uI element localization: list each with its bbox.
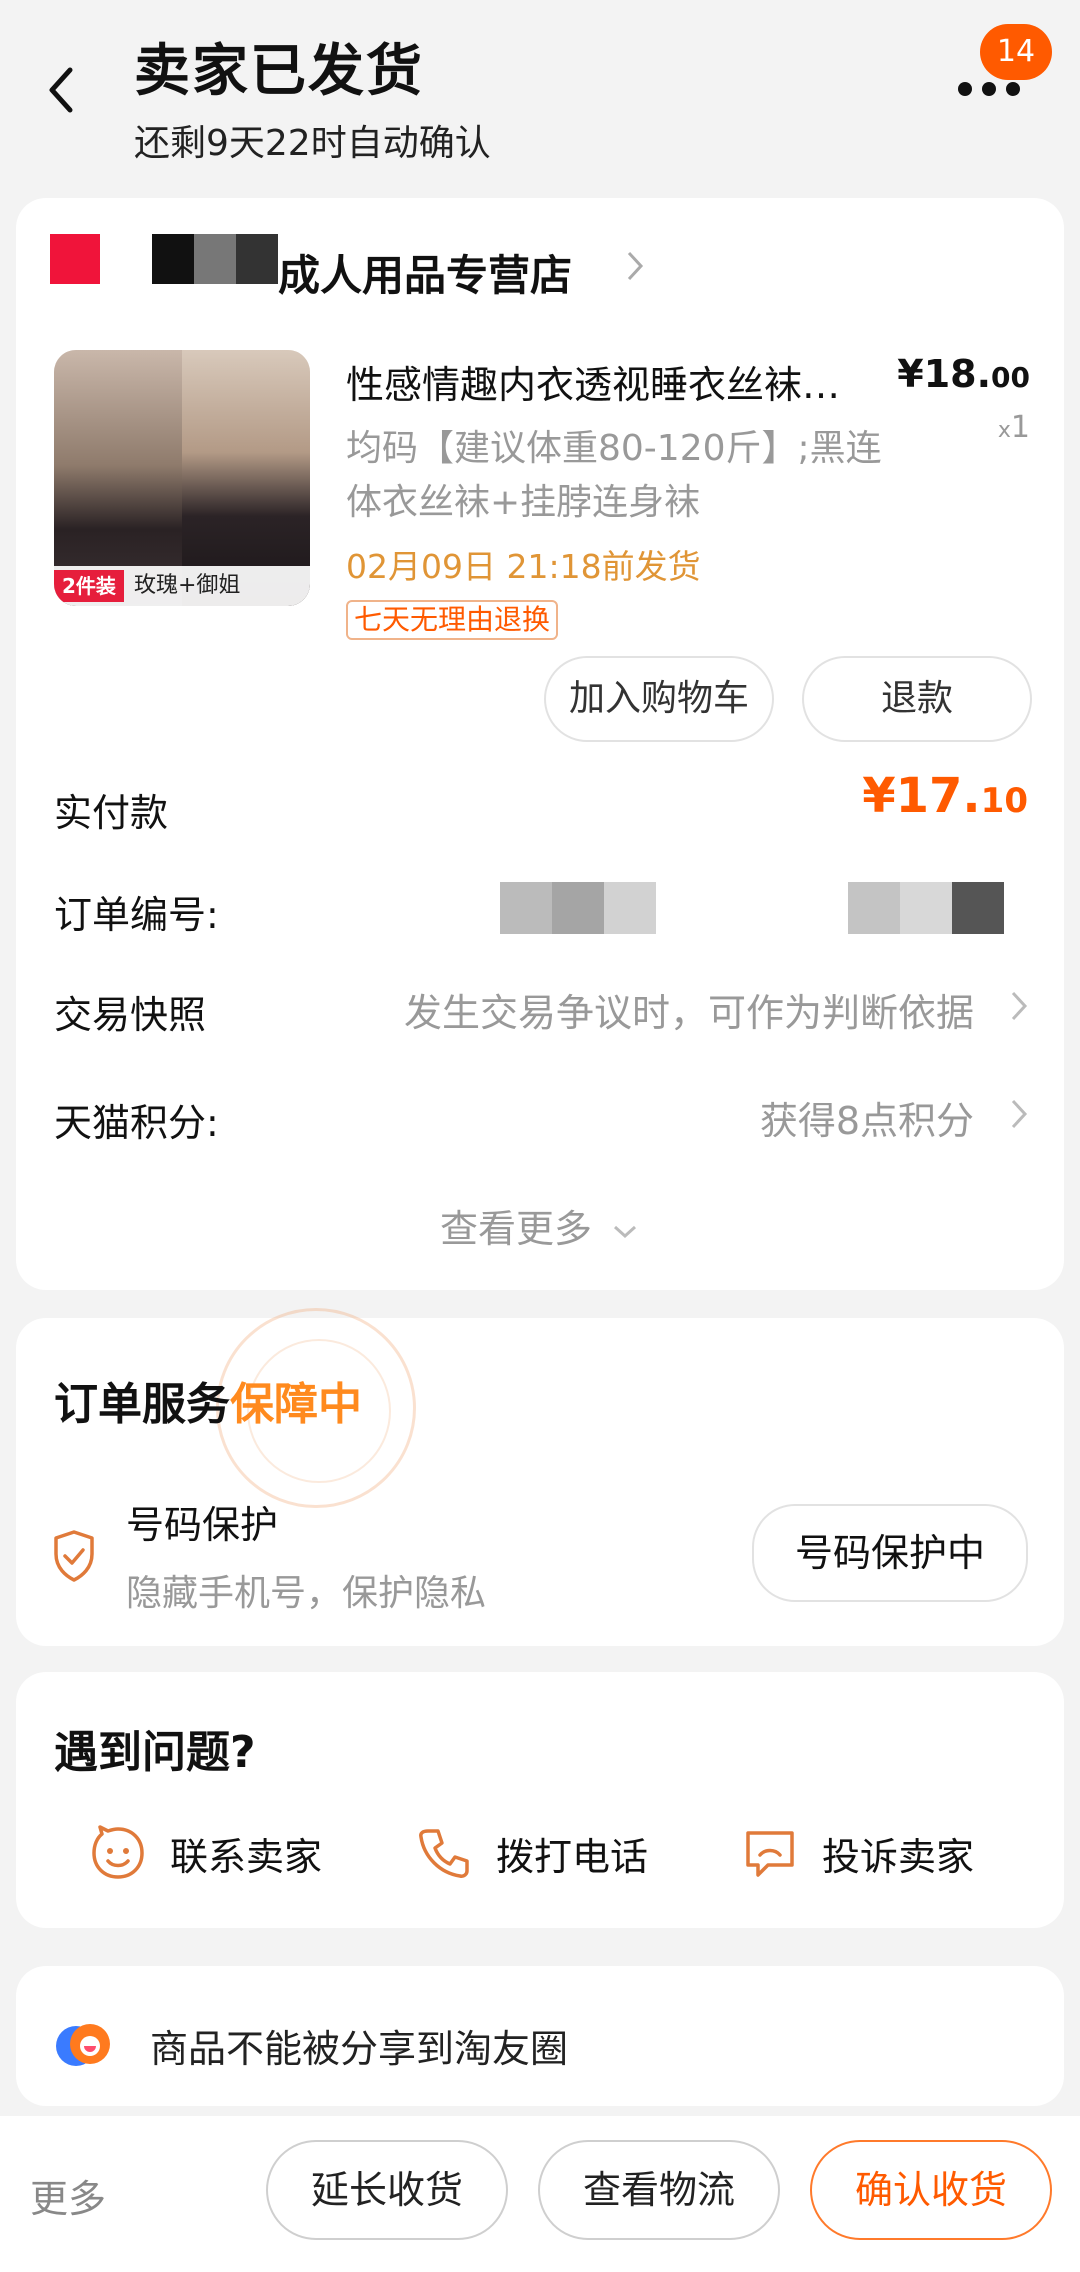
points-label: 天猫积分:: [54, 1101, 219, 1145]
more-actions-button[interactable]: 更多: [30, 2168, 106, 2223]
product-price: ¥18.00: [897, 352, 1030, 396]
shield-check-icon: [54, 1530, 94, 1582]
image-tag-text: 玫瑰+御姐: [134, 573, 241, 598]
chat-smile-icon: [92, 1825, 144, 1879]
image-tag-badge: 2件装: [54, 570, 124, 602]
paid-amount: ¥17.10: [862, 768, 1028, 824]
service-title-text: 订单服务: [54, 1379, 230, 1430]
share-notice-card: 商品不能被分享到淘友圈: [16, 1966, 1064, 2106]
order-number-redacted-2: [848, 882, 1004, 934]
share-circle-icon: [56, 2024, 110, 2066]
complain-seller-label: 投诉卖家: [822, 1834, 975, 1879]
contact-seller-button[interactable]: 联系卖家: [88, 1818, 322, 1888]
shop-logo: [50, 234, 100, 284]
product-image-tag: 2件装 玫瑰+御姐: [54, 566, 310, 606]
number-protection-title: 号码保护: [126, 1503, 279, 1547]
complain-seller-button[interactable]: 投诉卖家: [740, 1818, 974, 1888]
product-title[interactable]: 性感情趣内衣透视睡衣丝袜…: [346, 354, 886, 409]
add-to-cart-button[interactable]: 加入购物车: [544, 656, 774, 742]
product-quantity: x1: [998, 410, 1030, 445]
snapshot-value[interactable]: 发生交易争议时，可作为判断依据: [404, 982, 974, 1037]
ship-deadline: 02月09日 21:18前发货: [346, 547, 701, 586]
product-sku: 均码【建议体重80-120斤】;黑连体衣丝袜+挂脖连身袜: [346, 428, 882, 523]
problems-card: 遇到问题? 联系卖家 拨打电话 投诉卖家: [16, 1672, 1064, 1928]
number-protection-desc: 隐藏手机号，保护隐私: [126, 1573, 487, 1614]
chevron-right-icon[interactable]: [624, 248, 646, 284]
problems-title: 遇到问题?: [54, 1727, 256, 1778]
chevron-down-icon: [614, 1225, 637, 1238]
paid-decimal: 10: [980, 781, 1028, 821]
qty-prefix: x: [997, 418, 1011, 443]
service-status: 保障中: [230, 1379, 362, 1430]
see-more-button[interactable]: 查看更多: [16, 1198, 1064, 1253]
service-card: 订单服务保障中 号码保护 隐藏手机号，保护隐私 号码保护中: [16, 1308, 1064, 1646]
view-logistics-button[interactable]: 查看物流: [538, 2140, 780, 2240]
shop-name[interactable]: 成人用品专营店: [278, 242, 572, 303]
back-icon[interactable]: [40, 60, 84, 120]
refund-button[interactable]: 退款: [802, 656, 1032, 742]
confirm-receipt-button[interactable]: 确认收货: [810, 2140, 1052, 2240]
contact-seller-label: 联系卖家: [170, 1834, 323, 1879]
number-protection-button[interactable]: 号码保护中: [752, 1504, 1028, 1602]
bottom-action-bar: 更多 延长收货 查看物流 确认收货: [0, 2116, 1080, 2272]
see-more-label: 查看更多: [439, 1207, 592, 1251]
service-title: 订单服务保障中: [54, 1368, 362, 1432]
shop-name-redacted: [152, 234, 278, 284]
product-image[interactable]: 2件装 玫瑰+御姐: [54, 350, 310, 606]
share-notice-text: 商品不能被分享到淘友圈: [150, 2027, 569, 2071]
extend-receipt-button[interactable]: 延长收货: [266, 2140, 508, 2240]
price-decimal: 00: [991, 361, 1030, 394]
complaint-icon: [746, 1831, 794, 1877]
qty-value: 1: [1010, 410, 1030, 445]
order-number-label: 订单编号:: [54, 893, 219, 937]
call-label: 拨打电话: [496, 1834, 649, 1879]
phone-icon: [419, 1829, 469, 1878]
order-number-redacted: [500, 882, 656, 934]
header: 卖家已发货 还剩9天22时自动确认 14: [0, 0, 1080, 190]
chevron-right-icon[interactable]: [1008, 988, 1030, 1024]
auto-confirm-countdown: 还剩9天22时自动确认: [134, 123, 491, 164]
points-value[interactable]: 获得8点积分: [760, 1090, 974, 1145]
snapshot-label: 交易快照: [54, 993, 207, 1037]
page-title: 卖家已发货: [134, 39, 424, 104]
order-card: 成人用品专营店 2件装 玫瑰+御姐 性感情趣内衣透视睡衣丝袜… ¥18.00 x…: [16, 198, 1064, 1290]
price-main: ¥18.: [897, 352, 992, 396]
paid-main: ¥17.: [862, 768, 981, 824]
message-badge: 14: [980, 24, 1052, 80]
return-policy-tag: 七天无理由退换: [346, 600, 559, 640]
paid-label: 实付款: [54, 791, 169, 835]
chevron-right-icon[interactable]: [1008, 1096, 1030, 1132]
call-button[interactable]: 拨打电话: [414, 1818, 648, 1888]
